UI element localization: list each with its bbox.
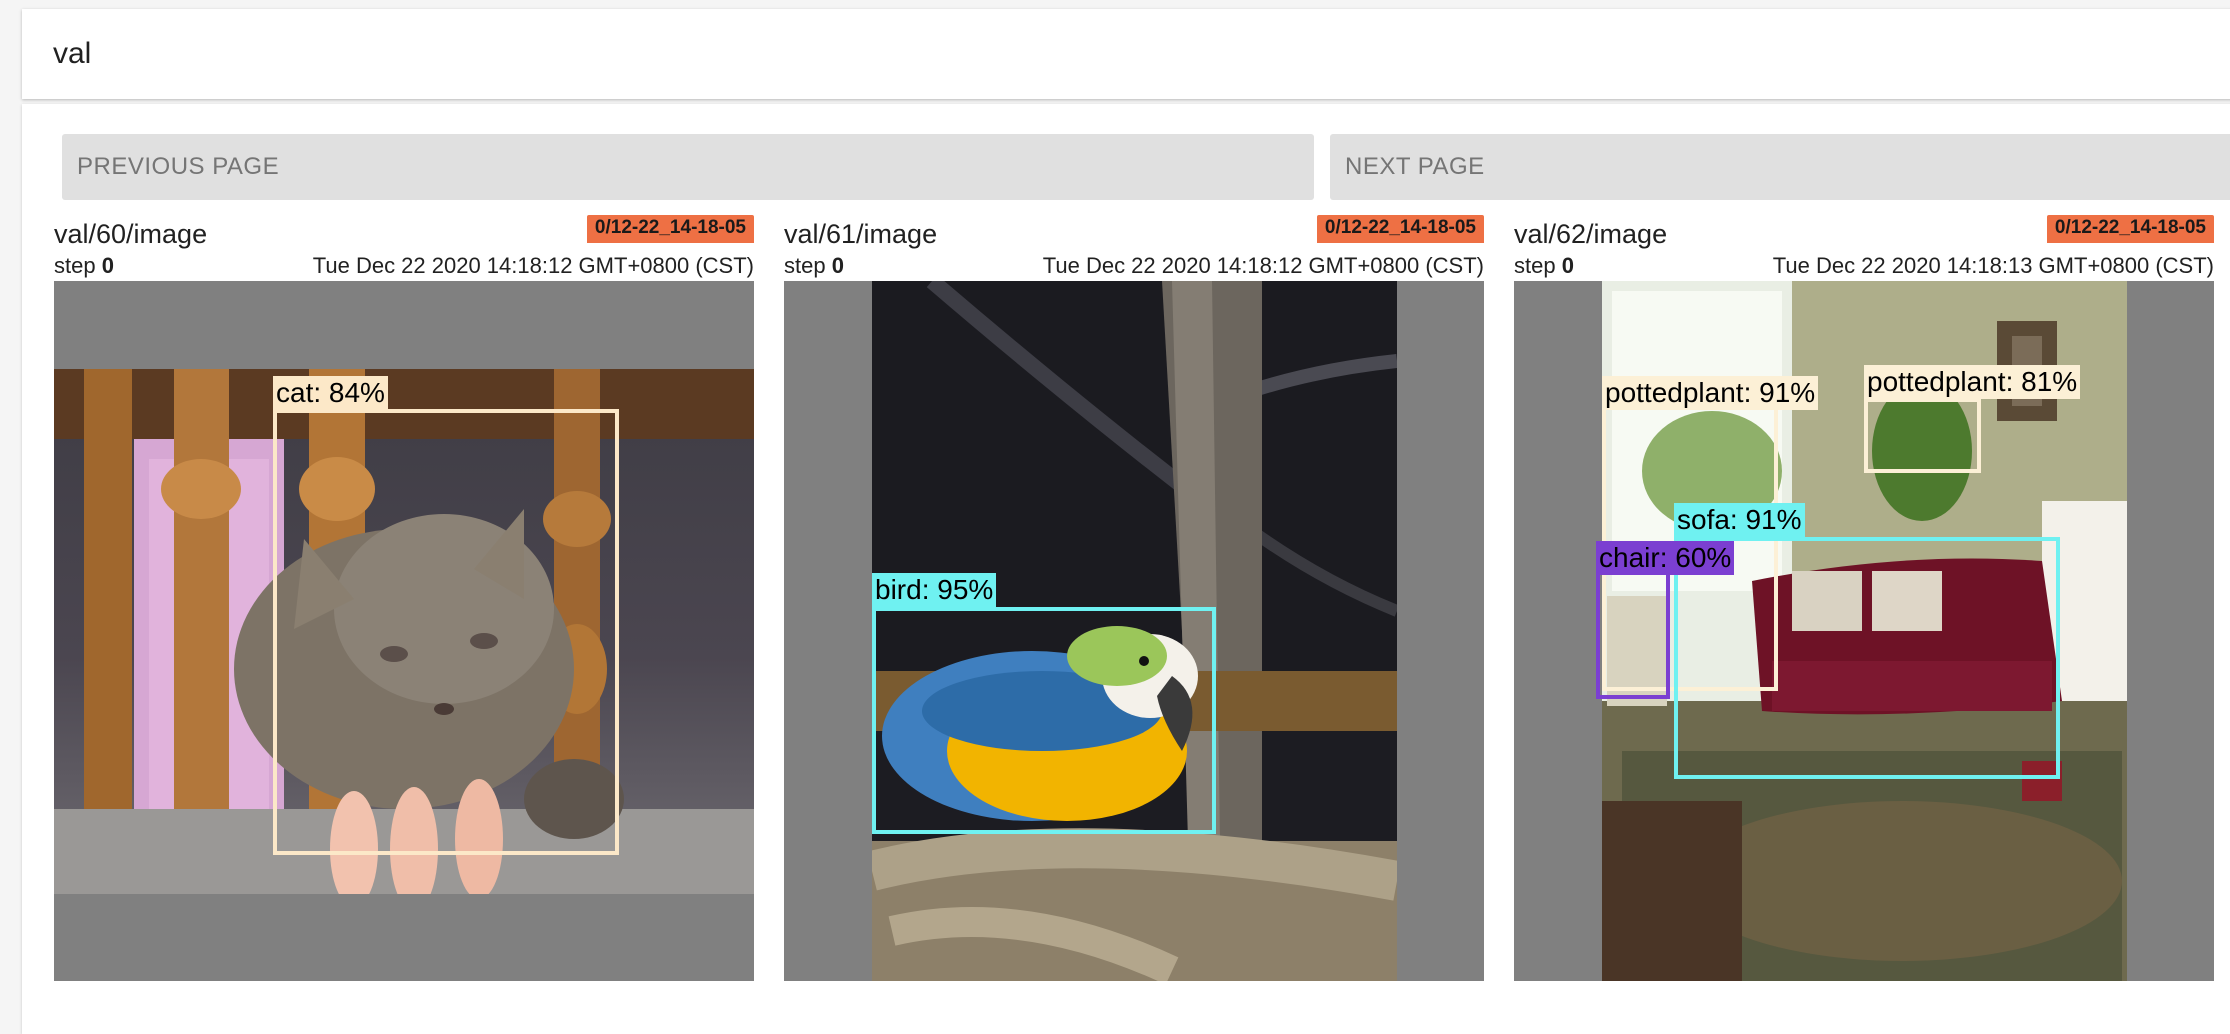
run-badge: 0/12-22_14-18-05 (2046, 215, 2214, 243)
step-label: step (54, 253, 96, 278)
bounding-box (1596, 571, 1670, 699)
detection-label: sofa: 91% (1674, 503, 1805, 537)
image-viewer[interactable]: pottedplant: 91% pottedplant: 81% sofa: … (1514, 281, 2214, 981)
image-card: val/62/image 0/12-22_14-18-05 step 0 Tue… (1514, 213, 2214, 983)
run-badge: 0/12-22_14-18-05 (586, 215, 754, 243)
previous-page-button[interactable]: PREVIOUS PAGE (62, 134, 1314, 200)
step-row: step 0 Tue Dec 22 2020 14:18:13 GMT+0800… (1514, 253, 2214, 279)
step-row: step 0 Tue Dec 22 2020 14:18:12 GMT+0800… (784, 253, 1484, 279)
image-card: val/60/image 0/12-22_14-18-05 step 0 Tue… (54, 213, 754, 983)
image-viewer[interactable]: cat: 84% (54, 281, 754, 981)
timestamp: Tue Dec 22 2020 14:18:13 GMT+0800 (CST) (1772, 253, 2214, 278)
image-viewer[interactable]: bird: 95% (784, 281, 1484, 981)
step-row: step 0 Tue Dec 22 2020 14:18:12 GMT+0800… (54, 253, 754, 279)
detection-label: pottedplant: 81% (1864, 365, 2081, 399)
image-card: val/61/image 0/12-22_14-18-05 step 0 Tue… (784, 213, 1484, 983)
detection-label: chair: 60% (1596, 541, 1735, 575)
card-title: val/62/image (1514, 219, 1668, 249)
run-badge: 0/12-22_14-18-05 (1316, 215, 1484, 243)
timestamp: Tue Dec 22 2020 14:18:12 GMT+0800 (CST) (312, 253, 754, 278)
card-title: val/60/image (54, 219, 208, 249)
detection-label: pottedplant: 91% (1602, 376, 1819, 410)
detection-label: bird: 95% (872, 573, 997, 607)
step-value: 0 (101, 253, 114, 278)
step-value: 0 (1561, 253, 1574, 278)
next-page-button[interactable]: NEXT PAGE (1330, 134, 2230, 200)
step-value: 0 (831, 253, 844, 278)
card-title: val/61/image (784, 219, 938, 249)
bounding-box (273, 409, 619, 855)
bounding-box (1864, 398, 1981, 473)
bounding-box (872, 607, 1216, 834)
step-label: step (784, 253, 826, 278)
timestamp: Tue Dec 22 2020 14:18:12 GMT+0800 (CST) (1042, 253, 1484, 278)
header-bar: val (22, 9, 2230, 99)
step-label: step (1514, 253, 1556, 278)
detection-label: cat: 84% (273, 376, 388, 410)
page-title: val (53, 37, 92, 70)
